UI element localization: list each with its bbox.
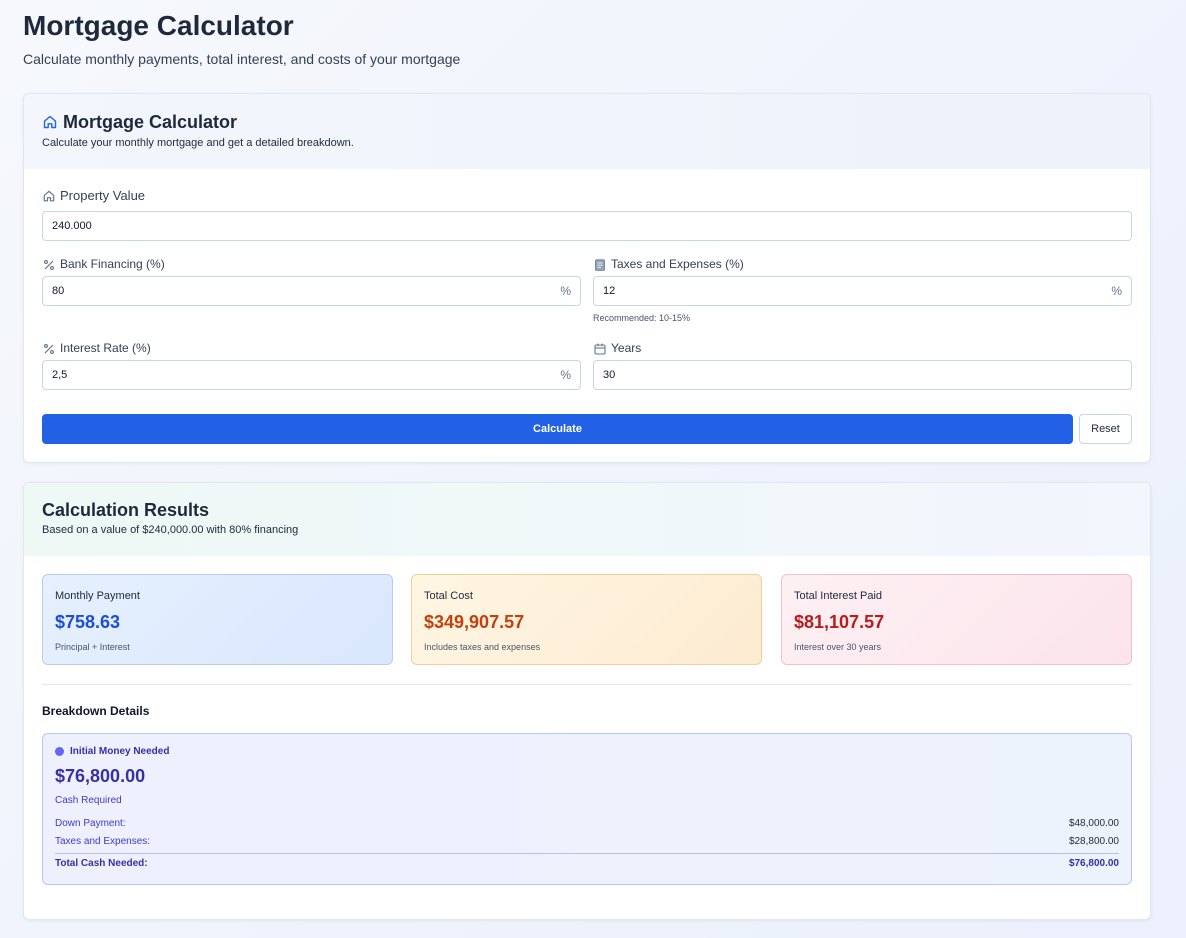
down-payment-value: $48,000.00 xyxy=(1068,818,1119,829)
bank-financing-label: Bank Financing (%) xyxy=(60,257,165,271)
initial-money-panel: Initial Money Needed $76,800.00 Cash Req… xyxy=(42,733,1132,885)
total-interest-label: Total Interest Paid xyxy=(794,590,883,602)
home-icon xyxy=(42,189,56,203)
interest-rate-input[interactable]: 2,5 % xyxy=(42,360,581,390)
property-value-label: Property Value xyxy=(60,188,146,203)
bank-financing-text: 80 xyxy=(52,285,65,297)
initial-money-subtitle: Cash Required xyxy=(55,795,122,806)
calculator-card: Mortgage Calculator Calculate your month… xyxy=(23,93,1151,463)
taxes-expenses-row-value: $28,800.00 xyxy=(1068,836,1119,847)
monthly-payment-card: Monthly Payment $758.63 Principal + Inte… xyxy=(42,574,393,665)
down-payment-row: Down Payment: $48,000.00 xyxy=(55,818,1119,832)
property-value-text: 240.000 xyxy=(52,220,92,232)
taxes-expenses-text: 12 xyxy=(603,285,616,297)
percent-icon xyxy=(42,258,56,272)
calculator-header: Mortgage Calculator Calculate your month… xyxy=(24,94,1150,169)
total-interest-card: Total Interest Paid $81,107.57 Interest … xyxy=(781,574,1132,665)
total-cash-label: Total Cash Needed: xyxy=(55,858,148,869)
percent-icon xyxy=(42,342,56,356)
total-cash-value: $76,800.00 xyxy=(1068,858,1119,869)
initial-money-amount: $76,800.00 xyxy=(55,766,146,786)
results-header: Calculation Results Based on a value of … xyxy=(24,483,1150,556)
years-text: 30 xyxy=(603,369,616,381)
dot-icon xyxy=(55,747,64,756)
years-label: Years xyxy=(611,341,642,355)
receipt-icon xyxy=(593,258,607,272)
divider xyxy=(42,684,1132,685)
monthly-payment-label: Monthly Payment xyxy=(55,590,140,602)
taxes-hint: Recommended: 10-15% xyxy=(593,313,691,323)
home-icon xyxy=(42,114,58,130)
results-card: Calculation Results Based on a value of … xyxy=(23,482,1151,920)
calculator-description: Calculate your monthly mortgage and get … xyxy=(42,137,354,149)
calculate-button[interactable]: Calculate xyxy=(42,414,1073,444)
monthly-payment-note: Principal + Interest xyxy=(55,642,130,652)
total-cost-card: Total Cost $349,907.57 Includes taxes an… xyxy=(411,574,762,665)
page-title: Mortgage Calculator xyxy=(23,10,294,41)
results-description: Based on a value of $240,000.00 with 80%… xyxy=(42,524,299,536)
initial-money-title: Initial Money Needed xyxy=(70,746,170,757)
total-cost-label: Total Cost xyxy=(424,590,473,602)
taxes-expenses-input[interactable]: 12 % xyxy=(593,276,1132,306)
total-cost-value: $349,907.57 xyxy=(424,612,525,632)
breakdown-divider xyxy=(55,853,1119,854)
monthly-payment-value: $758.63 xyxy=(55,612,121,632)
results-title: Calculation Results xyxy=(42,500,210,520)
bank-financing-input[interactable]: 80 % xyxy=(42,276,581,306)
down-payment-label: Down Payment: xyxy=(55,818,126,829)
total-interest-value: $81,107.57 xyxy=(794,612,885,632)
total-cash-row: Total Cash Needed: $76,800.00 xyxy=(55,858,1119,872)
calendar-icon xyxy=(593,342,607,356)
page-subtitle: Calculate monthly payments, total intere… xyxy=(23,51,461,67)
property-value-input[interactable]: 240.000 xyxy=(42,211,1132,241)
taxes-expenses-row: Taxes and Expenses: $28,800.00 xyxy=(55,836,1119,850)
taxes-expenses-label: Taxes and Expenses (%) xyxy=(611,257,744,271)
taxes-expenses-row-label: Taxes and Expenses: xyxy=(55,836,151,847)
calculator-title: Mortgage Calculator xyxy=(63,112,238,132)
percent-suffix: % xyxy=(560,368,571,382)
total-interest-note: Interest over 30 years xyxy=(794,642,882,652)
total-cost-note: Includes taxes and expenses xyxy=(424,642,541,652)
years-input[interactable]: 30 xyxy=(593,360,1132,390)
breakdown-title: Breakdown Details xyxy=(42,704,150,718)
percent-suffix: % xyxy=(1111,284,1122,298)
interest-rate-text: 2,5 xyxy=(52,369,68,381)
percent-suffix: % xyxy=(560,284,571,298)
interest-rate-label: Interest Rate (%) xyxy=(60,341,151,355)
reset-button[interactable]: Reset xyxy=(1079,414,1132,444)
